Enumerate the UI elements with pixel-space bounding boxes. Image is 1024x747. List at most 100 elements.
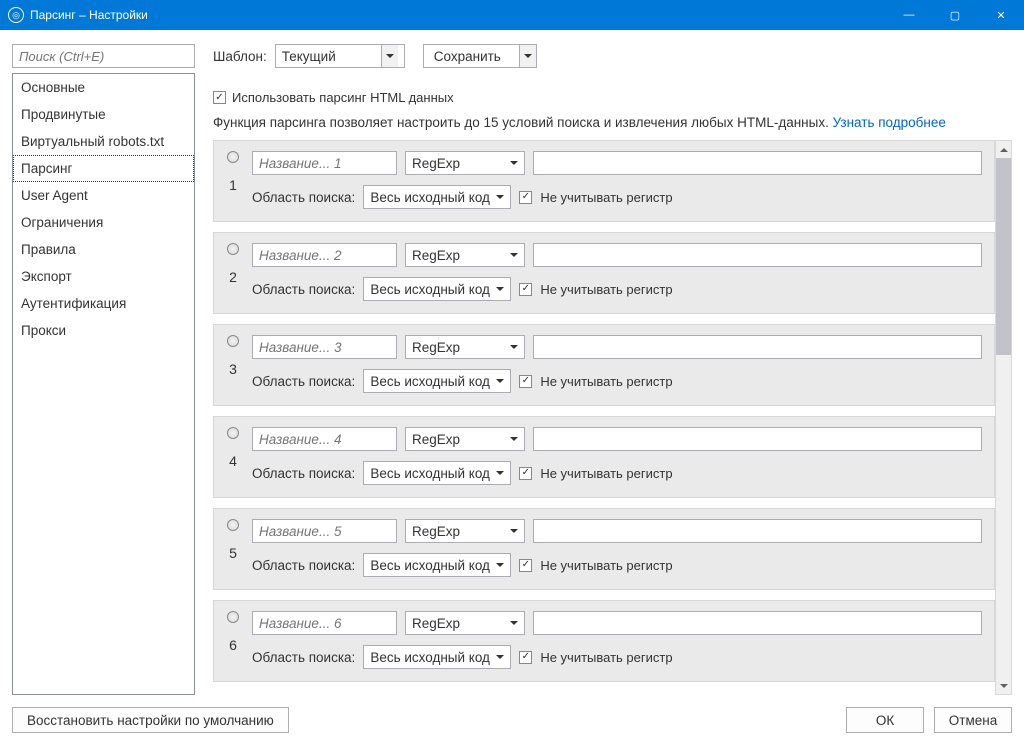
rule-pattern-input[interactable] xyxy=(533,611,982,635)
rule-scope-label: Область поиска: xyxy=(252,650,355,665)
close-icon: ✕ xyxy=(996,9,1005,22)
rule-scope-value: Весь исходный код xyxy=(370,374,496,389)
rule-method-dropdown[interactable]: RegExp xyxy=(405,519,525,543)
window-title: Парсинг – Настройки xyxy=(30,8,148,22)
rule-scope-dropdown[interactable]: Весь исходный код xyxy=(363,645,511,669)
description: Функция парсинга позволяет настроить до … xyxy=(213,115,1012,130)
rule-case-checkbox[interactable] xyxy=(519,283,532,296)
rule-case-checkbox[interactable] xyxy=(519,375,532,388)
rule-case-checkbox[interactable] xyxy=(519,651,532,664)
rule-scope-dropdown[interactable]: Весь исходный код xyxy=(363,369,511,393)
chevron-down-icon xyxy=(496,195,504,199)
rule-method-value: RegExp xyxy=(412,248,510,263)
rule-number: 2 xyxy=(229,269,237,285)
rule-method-dropdown[interactable]: RegExp xyxy=(405,151,525,175)
chevron-down-icon xyxy=(510,529,518,533)
scroll-down-button[interactable] xyxy=(996,677,1011,694)
enable-parsing-row: Использовать парсинг HTML данных xyxy=(213,90,1012,105)
rule-name-input[interactable] xyxy=(252,243,397,267)
ok-button[interactable]: ОК xyxy=(846,707,924,733)
rule-method-value: RegExp xyxy=(412,616,510,631)
rule-number-col: 6 xyxy=(224,611,242,669)
rule-radio[interactable] xyxy=(227,335,239,347)
rule-pattern-input[interactable] xyxy=(533,427,982,451)
scroll-track[interactable] xyxy=(996,158,1011,677)
sidebar-item[interactable]: Правила xyxy=(13,236,194,263)
rule-radio[interactable] xyxy=(227,427,239,439)
rule-case-checkbox[interactable] xyxy=(519,559,532,572)
rule-method-dropdown[interactable]: RegExp xyxy=(405,335,525,359)
learn-more-link[interactable]: Узнать подробнее xyxy=(833,115,946,130)
template-row: Шаблон: Текущий Сохранить xyxy=(213,44,1012,68)
sidebar-nav: ОсновныеПродвинутыеВиртуальный robots.tx… xyxy=(12,73,195,695)
rule-radio[interactable] xyxy=(227,519,239,531)
rule-name-input[interactable] xyxy=(252,519,397,543)
reset-defaults-button[interactable]: Восстановить настройки по умолчанию xyxy=(12,707,289,733)
rule-scope-dropdown[interactable]: Весь исходный код xyxy=(363,553,511,577)
chevron-down-icon xyxy=(1000,684,1008,688)
rule-scope-value: Весь исходный код xyxy=(370,282,496,297)
chevron-down-icon[interactable] xyxy=(519,45,536,67)
rule-pattern-input[interactable] xyxy=(533,243,982,267)
sidebar: ОсновныеПродвинутыеВиртуальный robots.tx… xyxy=(12,44,195,695)
rule-method-dropdown[interactable]: RegExp xyxy=(405,611,525,635)
rule-method-value: RegExp xyxy=(412,156,510,171)
sidebar-item[interactable]: Виртуальный robots.txt xyxy=(13,128,194,155)
rule-scope-dropdown[interactable]: Весь исходный код xyxy=(363,277,511,301)
chevron-down-icon xyxy=(496,563,504,567)
main-panel: Шаблон: Текущий Сохранить Использовать п… xyxy=(213,44,1012,695)
maximize-button[interactable]: ▢ xyxy=(932,0,978,30)
rule-case-label: Не учитывать регистр xyxy=(540,374,672,389)
scroll-thumb[interactable] xyxy=(996,158,1011,355)
rule-name-input[interactable] xyxy=(252,427,397,451)
rule-block: 3 RegExp Область поиска: Весь исходный к… xyxy=(213,324,995,406)
rule-number-col: 3 xyxy=(224,335,242,393)
scroll-up-button[interactable] xyxy=(996,141,1011,158)
rule-case-checkbox[interactable] xyxy=(519,191,532,204)
save-label: Сохранить xyxy=(424,49,511,64)
rule-radio[interactable] xyxy=(227,151,239,163)
sidebar-item[interactable]: Ограничения xyxy=(13,209,194,236)
rule-name-input[interactable] xyxy=(252,611,397,635)
rule-case-checkbox[interactable] xyxy=(519,467,532,480)
rule-pattern-input[interactable] xyxy=(533,519,982,543)
cancel-button[interactable]: Отмена xyxy=(934,707,1012,733)
rule-block: 5 RegExp Область поиска: Весь исходный к… xyxy=(213,508,995,590)
rule-number-col: 2 xyxy=(224,243,242,301)
rule-number: 4 xyxy=(229,453,237,469)
rule-radio[interactable] xyxy=(227,611,239,623)
rule-scope-label: Область поиска: xyxy=(252,374,355,389)
template-dropdown[interactable]: Текущий xyxy=(275,44,405,68)
rule-case-label: Не учитывать регистр xyxy=(540,282,672,297)
minimize-button[interactable]: — xyxy=(886,0,932,30)
rule-method-dropdown[interactable]: RegExp xyxy=(405,427,525,451)
rule-scope-dropdown[interactable]: Весь исходный код xyxy=(363,461,511,485)
description-text: Функция парсинга позволяет настроить до … xyxy=(213,115,829,130)
sidebar-item[interactable]: Экспорт xyxy=(13,263,194,290)
sidebar-item[interactable]: Парсинг xyxy=(13,155,194,182)
search-input[interactable] xyxy=(12,44,195,68)
save-button[interactable]: Сохранить xyxy=(423,44,537,68)
sidebar-item[interactable]: Прокси xyxy=(13,317,194,344)
rule-method-dropdown[interactable]: RegExp xyxy=(405,243,525,267)
rule-pattern-input[interactable] xyxy=(533,335,982,359)
rule-name-input[interactable] xyxy=(252,151,397,175)
chevron-down-icon xyxy=(381,45,398,67)
rule-name-input[interactable] xyxy=(252,335,397,359)
sidebar-item[interactable]: Продвинутые xyxy=(13,101,194,128)
rule-scope-label: Область поиска: xyxy=(252,558,355,573)
rule-radio[interactable] xyxy=(227,243,239,255)
sidebar-item[interactable]: User Agent xyxy=(13,182,194,209)
rule-scope-value: Весь исходный код xyxy=(370,558,496,573)
sidebar-item[interactable]: Аутентификация xyxy=(13,290,194,317)
rule-number-col: 1 xyxy=(224,151,242,209)
chevron-down-icon xyxy=(510,253,518,257)
rule-pattern-input[interactable] xyxy=(533,151,982,175)
rule-scope-dropdown[interactable]: Весь исходный код xyxy=(363,185,511,209)
close-button[interactable]: ✕ xyxy=(978,0,1024,30)
sidebar-item[interactable]: Основные xyxy=(13,74,194,101)
titlebar: ◎ Парсинг – Настройки — ▢ ✕ xyxy=(0,0,1024,30)
rule-case-label: Не учитывать регистр xyxy=(540,190,672,205)
enable-parsing-checkbox[interactable] xyxy=(213,91,226,104)
scrollbar[interactable] xyxy=(995,140,1012,695)
